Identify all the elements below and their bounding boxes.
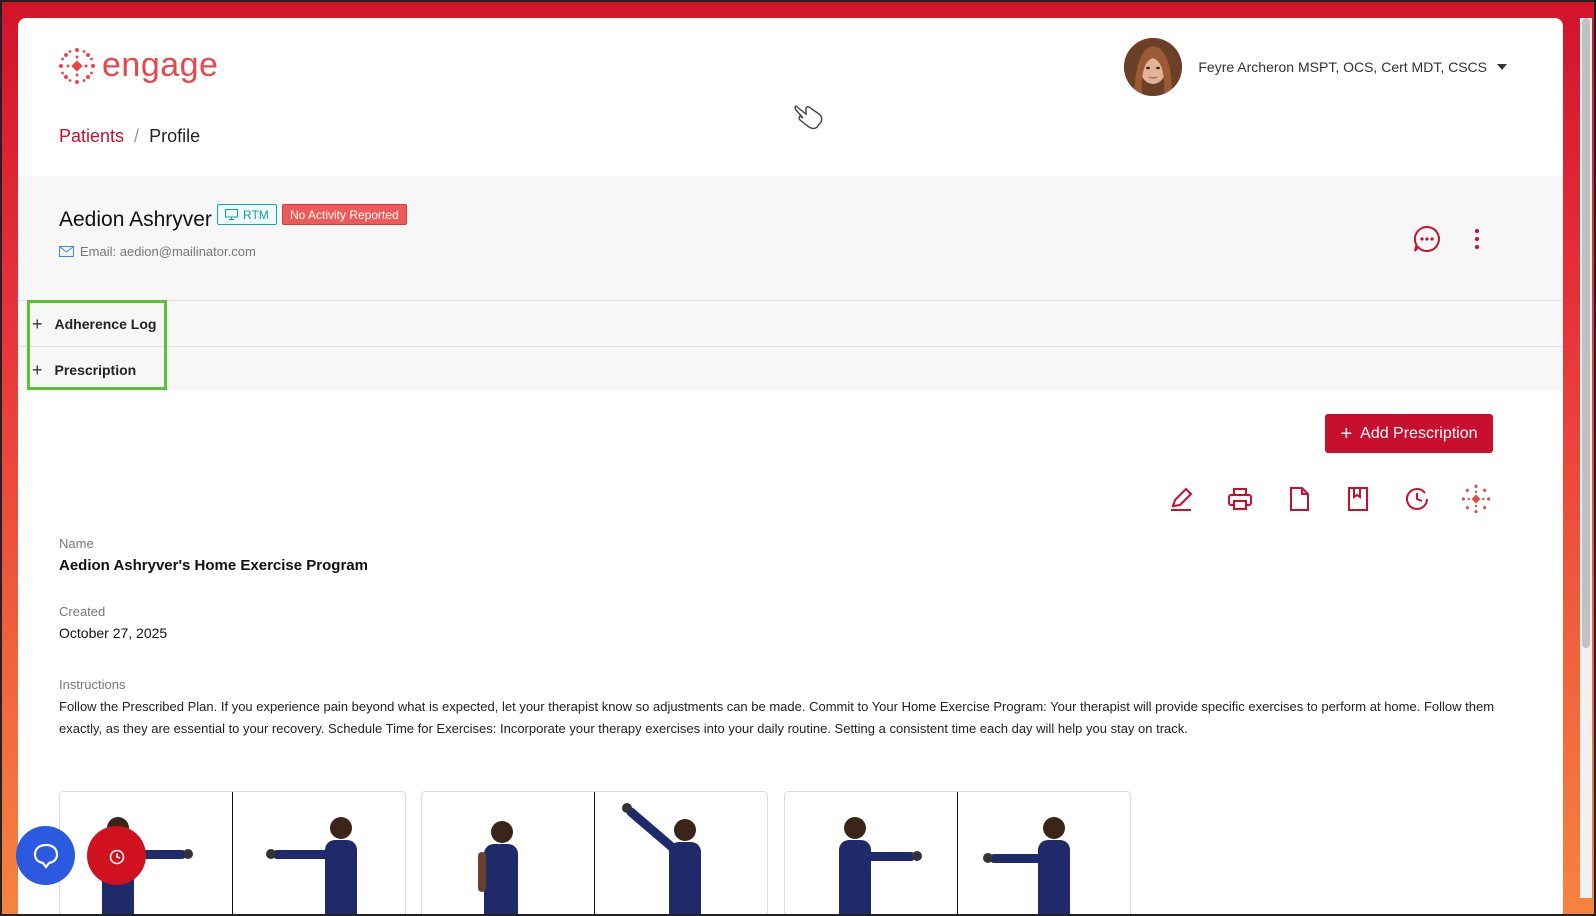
help-chat-button[interactable] (16, 826, 75, 885)
history-icon[interactable] (1402, 484, 1432, 514)
accordion-label: Adherence Log (54, 315, 157, 332)
name-label: Name (59, 536, 94, 551)
mail-icon (59, 246, 74, 257)
exercise-image (422, 792, 594, 916)
monitor-icon (225, 209, 238, 220)
exercise-card[interactable] (421, 791, 768, 916)
rtm-badge: RTM (217, 204, 277, 225)
engage-logo-icon[interactable] (1461, 484, 1491, 514)
user-name[interactable]: Feyre Archeron MSPT, OCS, Cert MDT, CSCS (1198, 59, 1487, 75)
prescription-toolbar (1166, 484, 1520, 514)
breadcrumb-current: Profile (149, 126, 201, 146)
main-card: engage Feyre Archeron MSPT, OCS, Cert MD… (18, 18, 1563, 916)
more-options-icon[interactable] (1470, 224, 1484, 254)
add-prescription-button[interactable]: + Add Prescription (1325, 414, 1493, 453)
created-label: Created (59, 604, 106, 619)
chat-icon[interactable] (1412, 224, 1442, 254)
hand-cursor-icon (794, 105, 823, 130)
instructions-text: Follow the Prescribed Plan. If you exper… (59, 699, 1495, 736)
add-prescription-label: Add Prescription (1360, 424, 1478, 442)
activity-status-badge: No Activity Reported (282, 204, 407, 225)
chevron-down-icon[interactable] (1497, 64, 1507, 70)
exercise-image (595, 792, 767, 916)
breadcrumb-patients-link[interactable]: Patients (59, 126, 124, 147)
patient-name: Aedion Ashryver (59, 208, 212, 231)
plus-icon: + (32, 313, 43, 334)
program-name: Aedion Ashryver's Home Exercise Program (59, 557, 368, 574)
scrollbar-thumb[interactable] (1582, 18, 1590, 648)
breadcrumb: Patients / Profile (59, 126, 200, 147)
avatar[interactable] (1124, 38, 1183, 96)
exercise-image (958, 792, 1130, 916)
email-row: Email: aedion@mailinator.com (59, 244, 256, 259)
edit-icon[interactable] (1166, 484, 1196, 514)
exercise-image (60, 792, 232, 916)
document-icon[interactable] (1284, 484, 1314, 514)
accordion-adherence-log[interactable]: + Adherence Log (18, 300, 1563, 346)
timer-icon (109, 849, 124, 864)
rtm-badge-label: RTM (243, 207, 269, 222)
accordion-prescription[interactable]: + Prescription (18, 346, 1563, 392)
timer-button[interactable] (87, 826, 146, 885)
breadcrumb-separator: / (134, 126, 140, 146)
engage-logo[interactable]: engage (58, 46, 218, 85)
chat-bubble-icon (33, 843, 58, 869)
exercise-image (785, 792, 957, 916)
user-menu[interactable]: Feyre Archeron MSPT, OCS, Cert MDT, CSCS (1124, 38, 1507, 96)
logo-text: engage (102, 46, 219, 84)
engage-logo-icon (59, 47, 95, 84)
exercise-card[interactable] (784, 791, 1131, 916)
plus-icon: + (1340, 422, 1353, 445)
exercise-image (233, 792, 405, 916)
instructions-label: Instructions (59, 677, 126, 692)
plus-icon: + (32, 359, 43, 380)
email-text: Email: aedion@mailinator.com (80, 244, 256, 259)
created-date: October 27, 2025 (59, 625, 168, 641)
print-icon[interactable] (1225, 484, 1255, 514)
bookmark-icon[interactable] (1343, 484, 1373, 514)
accordion-label: Prescription (54, 361, 137, 378)
